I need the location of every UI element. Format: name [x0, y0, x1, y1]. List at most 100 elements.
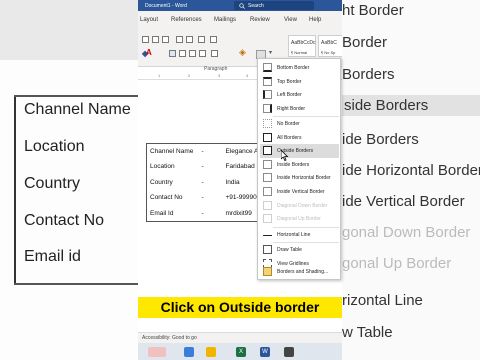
search-placeholder: Search [248, 3, 264, 9]
menu-item-all-borders[interactable]: All Borders [260, 131, 339, 145]
table-cell-value[interactable]: Elegance A [223, 144, 262, 160]
table-cell-label[interactable]: Location [146, 159, 199, 175]
bullets-button[interactable] [142, 36, 149, 43]
right-bg-item: ide Horizontal Border [342, 162, 480, 179]
menu-item-outside-borders[interactable]: Outside Borders [260, 144, 339, 158]
chevron-down-icon[interactable]: ▾ [269, 49, 272, 56]
menu-item-label: Inside Borders [277, 161, 310, 168]
menu-item-label: Left Border [277, 92, 302, 99]
tab-help[interactable]: Help [309, 17, 321, 23]
increase-indent-button[interactable] [186, 36, 193, 43]
menu-item-horizontal-line[interactable]: Horizontal Line [260, 228, 339, 242]
table-cell-sep[interactable]: - [199, 144, 223, 160]
mouse-cursor-icon [281, 150, 289, 161]
instruction-caption: Click on Outside border [138, 297, 342, 318]
taskbar-app-icon[interactable] [148, 347, 166, 357]
sort-button[interactable] [198, 36, 205, 43]
tab-references[interactable]: References [171, 17, 202, 23]
left-bg-row: Email id [24, 248, 81, 265]
table-cell-sep[interactable]: - [199, 159, 223, 175]
show-marks-button[interactable] [210, 36, 217, 43]
menu-item-label: All Borders [277, 134, 302, 141]
font-color-icon[interactable]: A [146, 48, 152, 57]
right-bg-item: rizontal Line [342, 292, 423, 309]
right-background-panel: ht Border Border Borders side Borders id… [342, 0, 480, 360]
taskbar: X W [138, 343, 342, 360]
align-right-button[interactable] [189, 50, 196, 57]
right-bg-item: gonal Down Border [342, 224, 471, 241]
table-cell-sep[interactable]: - [199, 175, 223, 191]
menu-item-inside-borders[interactable]: Inside Borders [260, 158, 339, 172]
table-cell-value[interactable]: mrdixit99 [223, 206, 262, 222]
menu-item-inside-horizontal-border[interactable]: Inside Horizontal Border [260, 171, 339, 185]
numbering-button[interactable] [152, 36, 159, 43]
line-spacing-button[interactable] [211, 50, 218, 57]
multilevel-button[interactable] [162, 36, 169, 43]
left-table-border [14, 95, 16, 285]
search-icon [239, 2, 245, 9]
center-button[interactable] [179, 50, 186, 57]
table-cell-value[interactable]: Faridabad [223, 159, 262, 175]
menu-item-top-border[interactable]: Top Border [260, 75, 339, 89]
edge-icon[interactable] [184, 347, 194, 357]
borders-and-shading-icon [263, 267, 272, 276]
table-cell-value[interactable]: +91-99990 [223, 190, 262, 206]
style-preview: AaBbCcDc [291, 40, 316, 46]
menu-item-label: Right Border [277, 105, 306, 112]
table-cell-label[interactable]: Email Id [146, 205, 199, 221]
justify-button[interactable] [199, 50, 206, 57]
tab-review[interactable]: Review [250, 17, 270, 23]
left-bg-row: Location [24, 138, 85, 155]
table-row: Country - India [146, 174, 262, 191]
outside-borders-icon [263, 146, 272, 156]
camera-icon[interactable] [284, 347, 294, 357]
menu-item-bottom-border[interactable]: Bottom Border [260, 61, 339, 75]
ruler-tick: 3 [218, 73, 221, 78]
shading-bucket-icon[interactable]: ◈ [239, 47, 246, 58]
style-name: ¶ Normal [291, 50, 308, 55]
table-cell-label[interactable]: Channel Name [146, 143, 199, 159]
tab-view[interactable]: View [284, 17, 297, 23]
left-border-icon [263, 90, 272, 100]
menu-item-no-border[interactable]: No Border [260, 117, 339, 131]
menu-item-draw-table[interactable]: Draw Table [260, 243, 339, 257]
inside-horizontal-border-icon [263, 173, 272, 183]
right-bg-item: gonal Up Border [342, 255, 452, 272]
menu-item-inside-vertical-border[interactable]: Inside Vertical Border [260, 185, 339, 199]
ribbon-tabs: Layout References Mailings Review View H… [138, 11, 342, 29]
menu-item-diagonal-down-border: Diagonal Down Border [260, 199, 339, 213]
menu-item-borders-and-shading[interactable]: Borders and Shading... [260, 265, 339, 279]
menu-item-right-border[interactable]: Right Border [260, 102, 339, 116]
folder-icon[interactable] [206, 347, 216, 357]
word-icon[interactable]: W [260, 347, 270, 357]
search-box[interactable]: Search [234, 1, 314, 10]
decrease-indent-button[interactable] [176, 36, 183, 43]
table-row: Email Id - mrdixit99 [146, 205, 262, 222]
table-row: Location - Faridabad [146, 159, 262, 175]
menu-item-label: Draw Table [277, 247, 302, 253]
excel-icon[interactable]: X [236, 347, 246, 357]
right-bg-item: Border [342, 34, 388, 51]
accessibility-status[interactable]: Accessibility: Good to go [142, 335, 197, 341]
menu-item-label: Bottom Border [277, 65, 310, 71]
table-cell-sep[interactable]: - [199, 190, 223, 206]
menu-item-left-border[interactable]: Left Border [260, 88, 339, 102]
tab-layout[interactable]: Layout [140, 17, 158, 23]
style-normal[interactable]: AaBbCcDc ¶ Normal [288, 35, 316, 57]
table-cell-label[interactable]: Country [146, 174, 199, 190]
menu-item-label: No Border [277, 121, 300, 127]
table-cell-label[interactable]: Contact No [146, 190, 199, 206]
document-table[interactable]: Channel Name - Elegance A Location - Far… [146, 143, 262, 222]
menu-item-label: Horizontal Line [277, 232, 311, 238]
menu-item-label: Inside Vertical Border [277, 189, 325, 195]
align-left-button[interactable] [169, 50, 176, 57]
table-cell-sep[interactable]: - [199, 206, 223, 222]
right-bg-item: ide Borders [342, 131, 419, 148]
style-no-spacing[interactable]: AaBbC ¶ No Sp [318, 35, 342, 57]
draw-table-icon [263, 245, 272, 254]
left-bg-row: Contact No [24, 212, 105, 229]
tab-mailings[interactable]: Mailings [214, 17, 236, 23]
left-bg-row: Country [24, 175, 81, 192]
ruler-tick: 2 [188, 73, 191, 78]
table-cell-value[interactable]: India [223, 175, 262, 191]
